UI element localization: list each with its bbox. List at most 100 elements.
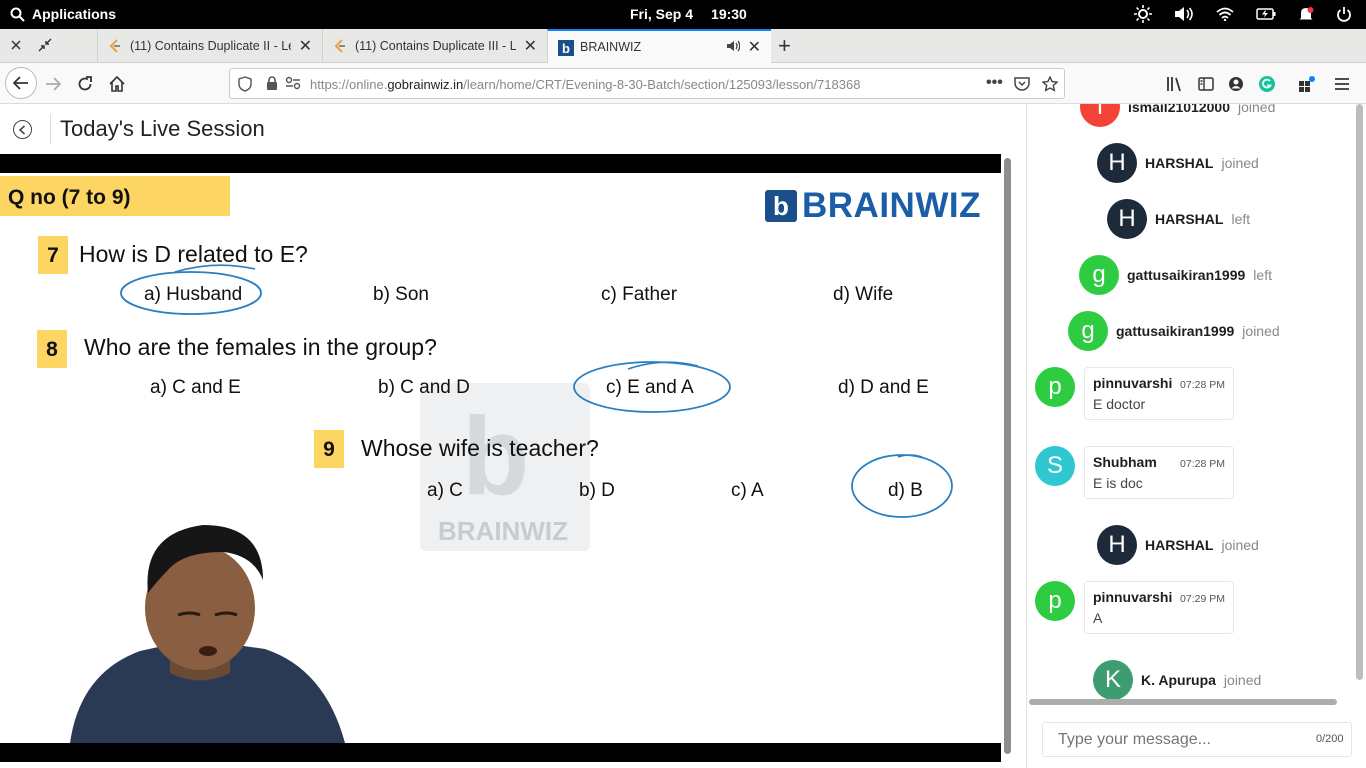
back-icon[interactable]: [5, 67, 37, 99]
library-icon[interactable]: [1166, 76, 1184, 97]
chat-bubble: pinnuvarshi 07:29 PM A: [1084, 581, 1234, 634]
svg-text:b: b: [562, 41, 570, 56]
applications-label: Applications: [32, 6, 117, 22]
chat-timestamp: 07:29 PM: [1180, 593, 1225, 605]
clock-time: 19:30: [711, 6, 747, 22]
search-icon: [10, 7, 25, 22]
chat-message: p pinnuvarshi 07:28 PM E doctor: [1035, 367, 1234, 420]
grammarly-icon[interactable]: [1258, 75, 1276, 98]
chat-timestamp: 07:28 PM: [1180, 379, 1225, 391]
chat-message: S Shubham 07:28 PM E is doc: [1035, 446, 1234, 499]
system-tray[interactable]: [1134, 5, 1352, 23]
account-icon[interactable]: [1228, 76, 1244, 97]
chat-username: gattusaikiran1999: [1116, 323, 1235, 339]
wifi-icon[interactable]: [1216, 7, 1234, 21]
browser-tab-bar: (11) Contains Duplicate II - Le ✕ (11) C…: [0, 29, 1366, 63]
chat-action: joined: [1221, 155, 1259, 171]
tab-close-icon[interactable]: ✕: [299, 36, 312, 56]
tab-close-icon[interactable]: ✕: [524, 36, 537, 56]
clock-date: Fri, Sep 4: [630, 6, 694, 22]
star-icon[interactable]: [1041, 75, 1059, 95]
chat-username: ismail21012000: [1128, 104, 1230, 115]
shield-icon[interactable]: [238, 76, 252, 95]
tab-contains-duplicate-iii[interactable]: (11) Contains Duplicate III - Le ✕: [322, 29, 547, 63]
chat-event: g gattusaikiran1999 joined: [1068, 311, 1280, 351]
page-title: Today's Live Session: [60, 116, 265, 141]
applications-menu[interactable]: Applications: [10, 6, 116, 22]
sidebar-icon[interactable]: [1198, 76, 1214, 97]
back-circle-icon[interactable]: [13, 120, 32, 139]
video-player[interactable]: Q no (7 to 9) b BRAINWIZ b BRAINWIZ 7 Ho…: [0, 154, 1001, 762]
pocket-icon[interactable]: [1014, 76, 1030, 94]
chat-event: H HARSHAL joined: [1097, 525, 1259, 565]
extensions-icon[interactable]: [1298, 75, 1316, 98]
chat-action: joined: [1237, 104, 1276, 115]
chat-scrollbar-thumb[interactable]: [1356, 104, 1363, 680]
reload-icon[interactable]: [72, 71, 98, 97]
speaker-icon[interactable]: [726, 40, 740, 55]
more-icon[interactable]: •••: [986, 74, 1003, 92]
avatar: H: [1097, 143, 1137, 183]
toolbar-right: [1166, 75, 1350, 98]
chat-action: left: [1231, 211, 1251, 227]
brainwiz-favicon-icon: b: [558, 40, 574, 56]
chat-event: g gattusaikiran1999 left: [1079, 255, 1272, 295]
avatar: g: [1068, 311, 1108, 351]
new-tab-icon[interactable]: +: [778, 33, 791, 59]
chat-text: E is doc: [1093, 475, 1143, 491]
chat-timestamp: 07:28 PM: [1180, 458, 1225, 470]
page-scrollbar-thumb[interactable]: [1004, 158, 1011, 754]
menu-icon[interactable]: [1334, 77, 1350, 96]
avatar: p: [1035, 581, 1075, 621]
chat-event: H HARSHAL left: [1107, 199, 1250, 239]
restore-icon[interactable]: [38, 38, 52, 57]
avatar: g: [1079, 255, 1119, 295]
tab-title: BRAINWIZ: [580, 40, 642, 54]
chat-event: H HARSHAL joined: [1097, 143, 1259, 183]
url-bar[interactable]: https://online.gobrainwiz.in/learn/home/…: [229, 68, 1065, 99]
tab-brainwiz[interactable]: b BRAINWIZ ✕: [547, 29, 771, 63]
clock[interactable]: Fri, Sep 4 19:30: [630, 6, 747, 22]
chat-panel: I ismail21012000 joined H HARSHAL joined…: [1026, 104, 1366, 768]
chat-message-input[interactable]: [1042, 722, 1352, 757]
leetcode-favicon-icon: [108, 39, 122, 53]
chat-action: joined: [1242, 323, 1280, 339]
tab-contains-duplicate-ii[interactable]: (11) Contains Duplicate II - Le ✕: [97, 29, 322, 63]
volume-icon[interactable]: [1174, 6, 1194, 22]
chat-event: I ismail21012000 joined: [1080, 104, 1275, 127]
notification-icon[interactable]: [1298, 6, 1314, 22]
chat-bubble: Shubham 07:28 PM E is doc: [1084, 446, 1234, 499]
page-scrollbar[interactable]: [1003, 154, 1012, 760]
permissions-icon[interactable]: [285, 76, 301, 93]
url-prefix: https://online.: [310, 77, 388, 92]
url-text[interactable]: https://online.gobrainwiz.in/learn/home/…: [310, 77, 860, 92]
chat-event: K K. Apurupa joined: [1093, 660, 1261, 700]
chat-username: gattusaikiran1999: [1127, 267, 1246, 283]
brightness-icon[interactable]: [1134, 5, 1152, 23]
leetcode-favicon-icon: [333, 39, 347, 53]
power-icon[interactable]: [1336, 6, 1352, 22]
close-icon[interactable]: [10, 38, 22, 56]
avatar: p: [1035, 367, 1075, 407]
battery-icon[interactable]: [1256, 8, 1276, 20]
system-top-bar: Applications Fri, Sep 4 19:30: [0, 0, 1366, 29]
chat-horizontal-scrollbar[interactable]: [1029, 699, 1337, 705]
tab-close-icon[interactable]: ✕: [748, 37, 761, 57]
lecture-slide: Q no (7 to 9) b BRAINWIZ b BRAINWIZ 7 Ho…: [0, 173, 1001, 743]
tab-title: (11) Contains Duplicate II - Le: [130, 39, 291, 53]
url-path: /learn/home/CRT/Evening-8-30-Batch/secti…: [463, 77, 861, 92]
chat-username: HARSHAL: [1145, 537, 1214, 553]
url-domain: gobrainwiz.in: [387, 77, 464, 92]
char-counter: 0/200: [1316, 733, 1344, 745]
avatar: I: [1080, 104, 1120, 127]
forward-icon[interactable]: [40, 71, 66, 97]
chat-scrollbar[interactable]: [1354, 104, 1364, 680]
chat-username: HARSHAL: [1145, 155, 1214, 171]
lock-icon[interactable]: [266, 76, 278, 94]
chat-text: A: [1093, 610, 1103, 626]
header-divider: [50, 114, 51, 144]
tab-title: (11) Contains Duplicate III - Le: [355, 39, 516, 53]
avatar: S: [1035, 446, 1075, 486]
home-icon[interactable]: [104, 71, 130, 97]
chat-username: K. Apurupa: [1141, 672, 1216, 688]
